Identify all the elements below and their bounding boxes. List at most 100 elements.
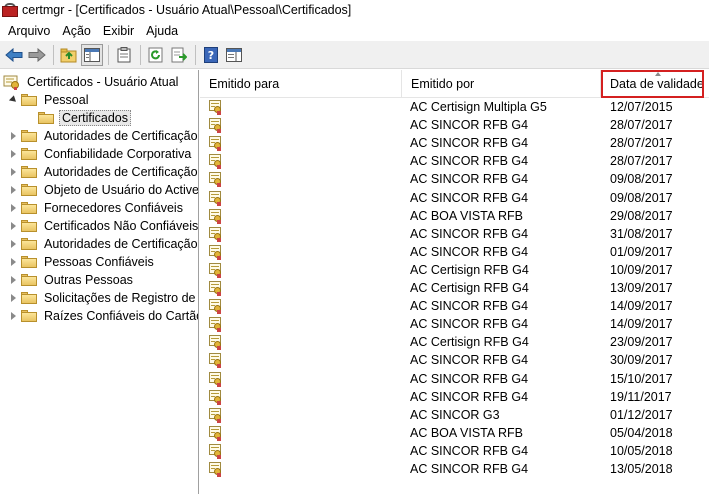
cell-issued-by: AC Certisign RFB G4 [410, 335, 529, 350]
expand-arrow-icon[interactable] [8, 275, 18, 285]
expand-arrow-icon[interactable] [8, 131, 18, 141]
back-icon [5, 47, 23, 62]
expand-arrow-icon[interactable] [8, 239, 18, 249]
column-header-issued-to-label: Emitido para [209, 77, 280, 91]
column-header-issued-by[interactable]: Emitido por [402, 70, 601, 98]
tree-item[interactable]: Fornecedores Confiáveis [8, 199, 185, 217]
column-header-issued-to[interactable]: Emitido para [200, 70, 402, 98]
clipboard-button[interactable] [113, 44, 135, 66]
tree-item-pessoal[interactable]: Pessoal [8, 91, 90, 109]
tree-item-label: Autoridades de Certificação R [44, 129, 199, 143]
table-row[interactable]: AC SINCOR RFB G4 15/10/2017 [200, 370, 709, 388]
cell-issued-by: AC Certisign RFB G4 [410, 281, 529, 295]
menu-ajuda-label: Ajuda [146, 23, 179, 38]
tree-item[interactable]: Solicitações de Registro de Ce [8, 289, 198, 307]
table-row[interactable]: AC Certisign RFB G4 23/09/2017 [200, 333, 709, 351]
refresh-button[interactable] [145, 44, 167, 66]
folder-icon [21, 238, 37, 250]
table-row[interactable]: AC SINCOR RFB G4 31/08/2017 [200, 225, 709, 243]
toolbar-separator [108, 44, 109, 65]
properties-pane-button[interactable] [223, 44, 245, 66]
menu-acao[interactable]: Ação [56, 24, 97, 38]
table-row[interactable]: AC SINCOR RFB G4 14/09/2017 [200, 315, 709, 333]
table-row[interactable]: AC SINCOR RFB G4 09/08/2017 [200, 170, 709, 188]
tree-item[interactable]: Raízes Confiáveis do Cartão Ir [8, 307, 199, 325]
table-row[interactable]: AC Certisign RFB G4 13/09/2017 [200, 279, 709, 297]
cell-expiration: 28/07/2017 [610, 136, 673, 151]
back-button[interactable] [3, 44, 25, 66]
certificate-icon [208, 298, 224, 315]
show-hide-tree-button[interactable] [81, 43, 103, 66]
menu-arquivo[interactable]: Arquivo [2, 24, 56, 38]
forward-icon [28, 47, 46, 62]
cell-issued-by: AC BOA VISTA RFB [410, 208, 523, 223]
expand-arrow-icon[interactable] [8, 311, 18, 321]
tree-item[interactable]: Confiabilidade Corporativa [8, 145, 193, 163]
table-row[interactable]: AC SINCOR RFB G4 09/08/2017 [200, 189, 709, 207]
tree-item[interactable]: Autoridades de Certificação R [8, 127, 199, 145]
certificate-icon [208, 208, 224, 224]
table-row[interactable]: AC SINCOR G3 01/12/2017 [200, 406, 709, 424]
table-row[interactable]: AC SINCOR RFB G4 14/09/2017 [200, 297, 709, 315]
tree-item[interactable]: Autoridades de Certificação R [8, 235, 198, 253]
console-tree[interactable]: Certificados - Usuário Atual Pessoal Cer… [0, 70, 199, 494]
table-row[interactable]: AC SINCOR RFB G4 10/05/2018 [200, 442, 709, 460]
cell-issued-by: AC SINCOR RFB G4 [410, 226, 529, 241]
forward-button[interactable] [26, 44, 48, 66]
certificate-icon [208, 117, 224, 134]
certificate-icon [208, 389, 224, 405]
tree-item-pessoal-label: Pessoal [44, 93, 89, 107]
cell-issued-to [208, 152, 228, 170]
certificate-icon [208, 153, 224, 170]
highlight-annotation [601, 70, 704, 98]
certificate-icon [208, 443, 224, 459]
tree-item-certificados[interactable]: Certificados [38, 109, 131, 127]
cell-issued-by: AC SINCOR RFB G4 [410, 190, 529, 205]
certificate-icon [208, 280, 224, 296]
table-row[interactable]: AC SINCOR RFB G4 28/07/2017 [200, 152, 709, 170]
table-row[interactable]: AC Certisign RFB G4 10/09/2017 [200, 261, 709, 279]
cell-issued-to [208, 315, 228, 333]
tree-item[interactable]: Objeto de Usuário do Active I [8, 181, 198, 199]
expand-arrow-icon[interactable] [8, 167, 18, 177]
export-list-button[interactable] [168, 44, 190, 66]
expand-arrow-icon[interactable] [8, 221, 18, 231]
collapse-arrow-icon[interactable] [8, 95, 18, 105]
table-row[interactable]: AC SINCOR RFB G4 13/05/2018 [200, 460, 709, 478]
cell-issued-by: AC SINCOR RFB G4 [410, 389, 529, 404]
table-row[interactable]: AC BOA VISTA RFB 29/08/2017 [200, 207, 709, 225]
table-row[interactable]: AC SINCOR RFB G4 01/09/2017 [200, 243, 709, 261]
cell-issued-to [208, 370, 228, 388]
tree-root[interactable]: Certificados - Usuário Atual [3, 73, 180, 91]
expand-arrow-icon[interactable] [8, 149, 18, 159]
tree-item[interactable]: Outras Pessoas [8, 271, 135, 289]
table-row[interactable]: AC BOA VISTA RFB 05/04/2018 [200, 424, 709, 442]
cell-issued-by: AC SINCOR RFB G4 [410, 244, 529, 259]
cell-expiration: 15/10/2017 [610, 371, 673, 386]
table-row[interactable]: AC SINCOR RFB G4 28/07/2017 [200, 116, 709, 134]
cell-issued-to [208, 351, 228, 369]
menu-exibir[interactable]: Exibir [97, 24, 140, 38]
table-row[interactable]: AC SINCOR RFB G4 28/07/2017 [200, 134, 709, 152]
refresh-icon [148, 47, 163, 62]
expand-arrow-icon[interactable] [8, 185, 18, 195]
expand-arrow-icon[interactable] [8, 257, 18, 267]
expand-arrow-icon[interactable] [8, 203, 18, 213]
tree-item-label: Confiabilidade Corporativa [44, 147, 192, 161]
up-folder-button[interactable] [58, 44, 80, 66]
menu-ajuda[interactable]: Ajuda [140, 24, 184, 38]
table-row[interactable]: AC Certisign Multipla G5 12/07/2015 [200, 98, 709, 116]
table-row[interactable]: AC SINCOR RFB G4 19/11/2017 [200, 388, 709, 406]
help-icon: ? [204, 46, 218, 63]
cell-issued-to [208, 460, 228, 478]
tree-item[interactable]: Certificados Não Confiáveis [8, 217, 198, 235]
tree-item-label: Raízes Confiáveis do Cartão Ir [44, 309, 199, 323]
tree-item[interactable]: Autoridades de Certificação I [8, 163, 198, 181]
expand-arrow-icon[interactable] [8, 293, 18, 303]
tree-item[interactable]: Pessoas Confiáveis [8, 253, 156, 271]
certificate-list[interactable]: Emitido para Emitido por Data de validad… [200, 70, 709, 494]
help-button[interactable]: ? [200, 44, 222, 66]
folder-icon [21, 130, 37, 142]
table-row[interactable]: AC SINCOR RFB G4 30/09/2017 [200, 351, 709, 369]
folder-icon [21, 274, 37, 286]
